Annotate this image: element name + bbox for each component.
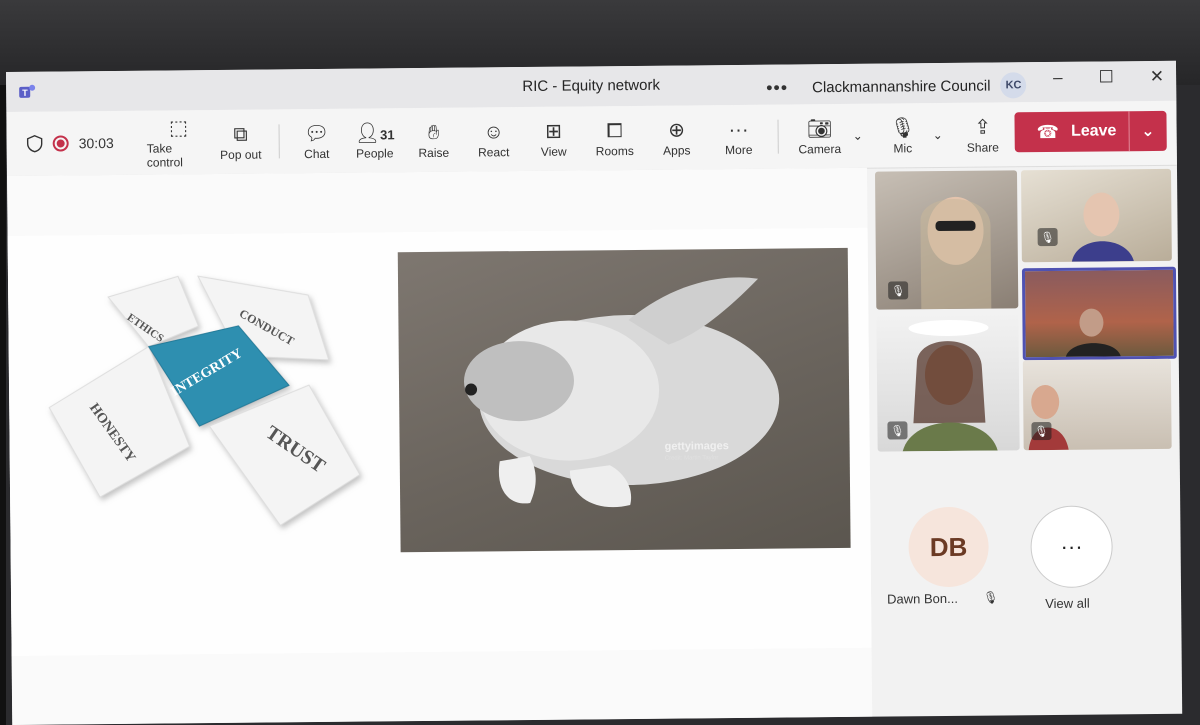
participant-figure [1065, 308, 1121, 357]
ellipsis-icon: ··· [1060, 533, 1083, 559]
view-all-label: View all [1045, 595, 1090, 612]
people-button[interactable]: 👤︎31 People [345, 110, 404, 171]
camera-off-icon: 📷︎ [806, 118, 833, 141]
button-label: React [478, 145, 510, 160]
button-label: People [356, 146, 394, 161]
divider [777, 119, 779, 154]
camera-button[interactable]: 📷︎ Camera [786, 106, 853, 167]
mic-button[interactable]: 🎙︎ Mic [872, 105, 933, 166]
view-button[interactable]: ⊞ View [523, 108, 584, 169]
apps-button[interactable]: ⊕ Apps [645, 107, 708, 168]
view-all-button[interactable]: ··· [1030, 505, 1113, 589]
share-icon: ⇪ [974, 116, 992, 139]
button-label: View [540, 144, 567, 159]
rooms-button[interactable]: ⧠ Rooms [583, 108, 646, 169]
button-label: Rooms [595, 143, 634, 159]
button-label: Camera [798, 141, 842, 157]
mic-options-chevron-icon[interactable]: ⌄ [933, 128, 943, 142]
plus-icon: ⊕ [668, 119, 686, 142]
take-control-button[interactable]: ⬚ Take control [146, 112, 211, 173]
participant-figure [1071, 192, 1134, 262]
close-icon[interactable]: ✕ [1150, 67, 1164, 87]
pop-out-icon: ⧉ [233, 123, 248, 146]
organization-name: Clackmannanshire Council [812, 77, 991, 96]
participant-video-gallery: 🎙︎ 🎙︎ 🎙︎ 🎙︎ [874, 168, 1178, 472]
pop-out-button[interactable]: ⧉ Pop out [210, 111, 271, 172]
shield-icon[interactable] [26, 134, 43, 153]
dog-illustration: gettyimages Credit: Martin Taylor [463, 277, 780, 508]
smiley-icon: ☺ [483, 121, 504, 144]
ellipsis-icon: ··· [728, 118, 749, 142]
mic-muted-icon: 🎙︎ [983, 590, 999, 605]
raise-hand-button[interactable]: ✋︎ Raise [403, 110, 464, 171]
phone-hangup-icon: ☎ [1036, 121, 1060, 142]
people-icon: 👤︎31 [354, 122, 395, 145]
leave-options-chevron-icon[interactable]: ⌄ [1128, 110, 1167, 152]
share-button[interactable]: ⇪ Share [952, 104, 1013, 165]
chat-button[interactable]: 💬︎ Chat [287, 111, 346, 172]
mic-muted-icon: 🎙︎ [887, 421, 908, 440]
button-label: Chat [304, 146, 330, 162]
participant-video-tile-active[interactable] [1021, 266, 1177, 361]
divider [278, 124, 280, 159]
leave-label: Leave [1070, 122, 1117, 140]
hand-icon: ✋︎ [427, 121, 440, 144]
participant-video-tile[interactable]: 🎙︎ [874, 170, 1019, 310]
rooms-icon: ⧠ [606, 120, 623, 143]
desktop-edge [0, 85, 6, 725]
button-label: Share [966, 140, 999, 155]
getty-credit: Credit: Martin Taylor [665, 455, 719, 462]
participant-video-tile[interactable]: 🎙︎ [1020, 168, 1172, 263]
chat-icon: 💬︎ [303, 122, 330, 146]
mic-muted-icon: 🎙︎ [1037, 227, 1058, 247]
maximize-icon[interactable]: ☐ [1099, 67, 1114, 87]
shared-screen: ETHICS CONDUCT INTEGRITY HONESTY TRUST g [7, 227, 872, 656]
button-label: Pop out [220, 147, 262, 162]
meeting-toolbar: 30:03 ⬚ Take control ⧉ Pop out 💬︎ Chat 👤… [6, 100, 1177, 177]
button-label: Raise [418, 145, 450, 161]
user-avatar[interactable]: KC [1000, 72, 1027, 99]
more-button[interactable]: ··· More [707, 107, 770, 168]
teams-window: T RIC - Equity network ••• Clackmannansh… [6, 60, 1183, 725]
camera-options-chevron-icon[interactable]: ⌄ [853, 129, 863, 143]
leave-button[interactable]: ☎ Leave ⌄ [1014, 110, 1167, 153]
integrity-puzzle-image: ETHICS CONDUCT INTEGRITY HONESTY TRUST [48, 275, 361, 527]
button-label: Take control [146, 141, 183, 170]
button-label: More [725, 142, 753, 158]
button-label: Apps [663, 143, 691, 158]
mic-muted-icon: 🎙︎ [1031, 421, 1052, 441]
meeting-timer: 30:03 [78, 134, 114, 152]
more-options-icon[interactable]: ••• [766, 77, 788, 98]
grid-icon: ⊞ [545, 120, 563, 143]
running-dog-photo: gettyimages Credit: Martin Taylor [397, 247, 851, 553]
button-label: Mic [893, 141, 913, 156]
getty-watermark: gettyimages [665, 440, 729, 453]
minimize-icon[interactable]: – [1053, 68, 1063, 88]
participant-avatar[interactable]: DB [908, 506, 989, 588]
mic-muted-icon: 🎙︎ [888, 281, 909, 300]
react-button[interactable]: ☺ React [463, 109, 524, 170]
recording-icon [52, 135, 69, 152]
meeting-stage: ETHICS CONDUCT INTEGRITY HONESTY TRUST g [6, 167, 873, 725]
take-control-icon: ⬚ [168, 117, 189, 140]
participant-video-tile[interactable]: 🎙︎ [1022, 358, 1172, 451]
mic-off-icon: 🎙︎ [889, 117, 916, 140]
participant-video-tile[interactable]: 🎙︎ [876, 312, 1020, 452]
people-count: 31 [380, 127, 395, 143]
participant-name: Dawn Bon... [887, 590, 958, 607]
